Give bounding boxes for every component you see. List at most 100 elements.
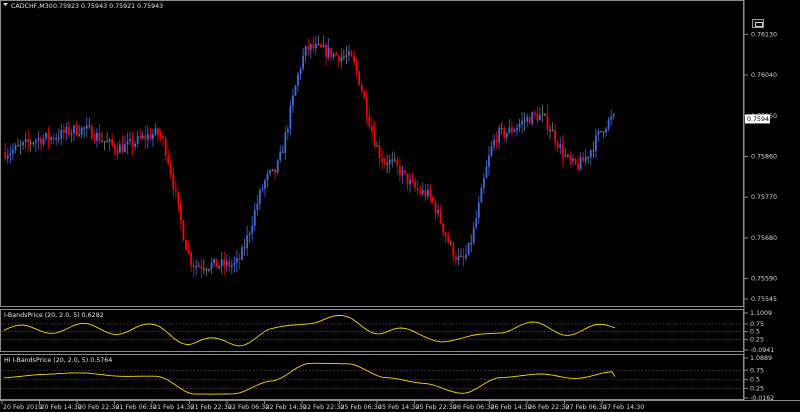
candle-body (284, 132, 287, 153)
candle-body (429, 189, 432, 198)
candle-body (124, 144, 126, 153)
time-label: 20 Feb 14:30 (41, 404, 82, 411)
candle-body (243, 247, 246, 249)
candle-body (190, 252, 193, 266)
candle-body (93, 138, 96, 141)
candle-body (460, 255, 462, 257)
time-label: 22 Feb 06:30 (228, 404, 269, 411)
candle-body (251, 225, 254, 234)
candle-body (582, 157, 585, 162)
candle-body (65, 126, 68, 134)
candle-body (416, 187, 419, 191)
current-price-label: 0.75943 (747, 116, 773, 123)
candle-body (348, 51, 350, 56)
window-restore-button[interactable] (752, 19, 764, 28)
indicator-scale-label: 0.25 (750, 385, 764, 392)
candle-body (528, 117, 531, 124)
candle-body (101, 141, 103, 143)
candle-body (454, 257, 457, 261)
chart-canvas[interactable]: CADCHF,M30 0.75923 0.75943 0.75921 0.759… (0, 0, 800, 412)
candle-body (404, 170, 406, 174)
time-label: 26 Feb 06:30 (453, 404, 494, 411)
indicator-1-pane[interactable] (0, 309, 744, 352)
candle-body (261, 188, 264, 191)
candle-body (457, 255, 460, 261)
candle-body (521, 120, 523, 125)
candle-body (236, 258, 238, 263)
candle-body (595, 135, 597, 151)
indicator-scale-label: 0.75 (750, 367, 764, 374)
candle-body (230, 265, 233, 267)
candle-body (22, 141, 24, 145)
candle-body (536, 113, 539, 121)
candle-body (605, 128, 607, 133)
candle-body (493, 139, 495, 147)
candle-body (363, 91, 366, 98)
candle-body (167, 155, 170, 164)
candle-body (396, 159, 399, 166)
candle-body (490, 146, 493, 156)
candle-body (241, 247, 243, 260)
candle-body (383, 161, 386, 164)
candle-body (192, 265, 195, 268)
candle-body (307, 46, 310, 50)
candle-body (200, 266, 203, 269)
candle-body (55, 138, 58, 140)
price-label: 0.75860 (751, 154, 777, 161)
candle-body (220, 259, 223, 267)
candle-body (391, 159, 394, 161)
candle-body (360, 84, 363, 92)
candle-body (24, 139, 27, 142)
candle-body (488, 155, 490, 167)
candle-body (567, 155, 569, 157)
candle-body (98, 132, 101, 142)
candle-body (116, 150, 119, 153)
candle-body (75, 125, 78, 136)
candle-body (610, 116, 613, 120)
candle-body (154, 128, 157, 135)
ohlc-readout: 0.75923 0.75943 0.75921 0.75943 (53, 3, 163, 10)
time-label: 25 Feb 22:30 (416, 404, 457, 411)
candle-body (213, 258, 215, 264)
candle-body (424, 190, 427, 197)
candle-body (340, 56, 343, 62)
candle-body (335, 53, 338, 56)
indicator-scale-label: -0.0941 (750, 347, 774, 354)
candle-body (4, 151, 7, 159)
candle-body (465, 254, 467, 259)
candle-body (299, 68, 302, 75)
candle-body (47, 133, 50, 140)
candle-body (551, 130, 554, 132)
candle-body (607, 119, 610, 129)
candle-body (500, 127, 503, 129)
candle-body (210, 263, 213, 270)
indicator-scale-label: -0.0162 (750, 395, 774, 402)
candle-body (485, 166, 488, 179)
candle-body (172, 174, 175, 189)
candle-body (518, 124, 521, 128)
candle-body (368, 116, 371, 127)
candle-body (442, 223, 445, 233)
price-axis: 0.761300.760400.759500.758600.757700.756… (744, 31, 777, 303)
candle-body (337, 55, 340, 62)
indicator-scale-label: 1.1009 (750, 310, 772, 317)
indicator-scale-label: 1.0889 (750, 355, 772, 362)
candle-body (612, 114, 615, 117)
candle-body (353, 56, 355, 63)
indicator-scale-label: 0.5 (750, 329, 760, 336)
time-label: 21 Feb 14:30 (153, 404, 194, 411)
candle-body (513, 130, 516, 132)
main-pane[interactable] (0, 0, 744, 307)
candle-body (577, 163, 579, 170)
candle-body (197, 266, 200, 268)
candle-body (531, 112, 534, 124)
candle-body (510, 127, 513, 132)
candle-body (40, 138, 42, 145)
time-label: 27 Feb 14:30 (603, 404, 644, 411)
candle-body (164, 138, 167, 156)
candle-body (106, 141, 109, 143)
candle-body (9, 153, 12, 156)
candle-body (17, 145, 19, 147)
candle-body (309, 44, 312, 50)
indicator-scale-label: 0.5 (750, 376, 760, 383)
